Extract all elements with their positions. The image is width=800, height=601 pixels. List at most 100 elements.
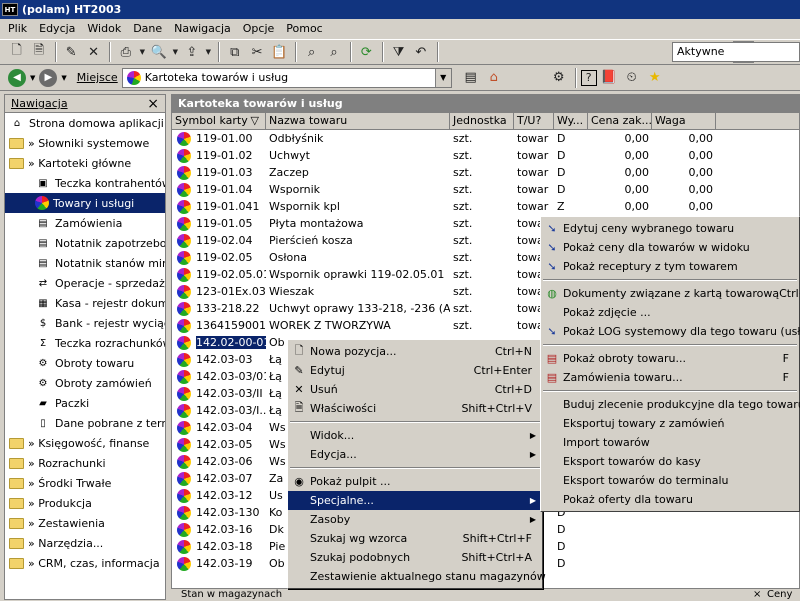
sidebar-item[interactable]: ⌂ Strona domowa aplikacji [5, 113, 165, 133]
sidebar-item[interactable]: » Słowniki systemowe [5, 133, 165, 153]
submenu-item[interactable]: Eksport towarów do kasy [541, 452, 799, 471]
undo-icon[interactable]: ↶ [410, 41, 431, 63]
chevron-down-icon[interactable]: ▼ [203, 41, 213, 63]
properties-icon[interactable]: 🗎 [28, 41, 49, 63]
context-menu-item[interactable]: Widok... ▶ [288, 426, 542, 445]
menu-pomoc[interactable]: Pomoc [280, 20, 328, 38]
context-menu-item[interactable]: ✎ Edytuj Ctrl+Enter [288, 361, 542, 380]
submenu-item[interactable]: Import towarów [541, 433, 799, 452]
sidebar-item[interactable]: Towary i usługi [5, 193, 165, 213]
sidebar-item[interactable]: ▦ Kasa - rejestr dokum... [5, 293, 165, 313]
find-icon[interactable]: ⌕ [301, 41, 322, 63]
chevron-down-icon[interactable]: ▼ [30, 74, 35, 82]
context-menu-item[interactable]: Specjalne... ▶ [288, 491, 542, 510]
submenu-item[interactable]: ▤ Pokaż obroty towaru... F [541, 349, 799, 368]
sidebar-item[interactable]: » Księgowość, finanse [5, 433, 165, 453]
submenu-item[interactable]: ▤ Zamówienia towaru... F [541, 368, 799, 387]
forward-icon[interactable]: ▶ [39, 68, 58, 87]
submenu-item[interactable]: ➘ Edytuj ceny wybranego towaru [541, 219, 799, 238]
chevron-down-icon[interactable]: ▼ [137, 41, 147, 63]
submenu-item[interactable]: ◍ Dokumenty związane z kartą towarową Ctrl… [541, 284, 800, 303]
submenu-item[interactable]: ➘ Pokaż receptury z tym towarem [541, 257, 799, 276]
sidebar-item[interactable]: ⇄ Operacje - sprzedaż/... [5, 273, 165, 293]
star-icon[interactable]: ★ [644, 67, 666, 89]
sidebar-item[interactable]: ⚙ Obroty towaru [5, 353, 165, 373]
home-icon[interactable]: ⌂ [483, 67, 505, 89]
menu-nawigacja[interactable]: Nawigacja [168, 20, 237, 38]
stock-panel-strip[interactable]: Stan w magazynach × Ceny [171, 588, 800, 600]
table-row[interactable]: 119-01.04 Wspornik szt. towar D 0,00 0,00 [172, 181, 799, 198]
table-row[interactable]: 119-01.03 Zaczep szt. towar D 0,00 0,00 [172, 164, 799, 181]
close-icon[interactable]: × [753, 589, 761, 601]
search-icon[interactable]: 🔍 [148, 41, 169, 63]
back-icon[interactable]: ◀ [8, 68, 26, 87]
sidebar-item[interactable]: ▯ Dane pobrane z termi... [5, 413, 165, 433]
chevron-down-icon[interactable]: ▼ [61, 74, 66, 82]
table-row[interactable]: 119-01.02 Uchwyt szt. towar D 0,00 0,00 [172, 147, 799, 164]
sidebar-item[interactable]: ▤ Zamówienia [5, 213, 165, 233]
sidebar-item[interactable]: ▣ Teczka kontrahentów [5, 173, 165, 193]
submenu-item[interactable]: ➘ Pokaż ceny dla towarów w widoku [541, 238, 799, 257]
menu-opcje[interactable]: Opcje [237, 20, 281, 38]
export-icon[interactable]: ⇪ [181, 41, 202, 63]
sidebar-item[interactable]: ⚙ Obroty zamówień [5, 373, 165, 393]
submenu-item[interactable]: Pokaż oferty dla towaru [541, 490, 799, 509]
menu-plik[interactable]: Plik [2, 20, 33, 38]
sidebar-item[interactable]: $ Bank - rejestr wyciąg... [5, 313, 165, 333]
new-document-icon[interactable]: 🗋 [6, 41, 27, 63]
cut-icon[interactable]: ✂ [246, 41, 267, 63]
paste-icon[interactable]: 📋 [269, 41, 290, 63]
sidebar-item[interactable]: » Zestawienia [5, 513, 165, 533]
find-next-icon[interactable]: ⌕ [323, 41, 344, 63]
column-header-wy[interactable]: Wy... [554, 113, 588, 129]
clock-icon[interactable]: ⏲ [621, 67, 643, 89]
sidebar-item[interactable]: » Rozrachunki [5, 453, 165, 473]
sidebar-item[interactable]: Σ Teczka rozrachunków [5, 333, 165, 353]
submenu-item[interactable]: Eksportuj towary z zamówień [541, 414, 799, 433]
context-menu-item[interactable]: Zestawienie aktualnego stanu magazynów [288, 567, 546, 586]
edit-icon[interactable]: ✎ [61, 41, 82, 63]
sidebar-item[interactable]: ▤ Notatnik zapotrzebo... [5, 233, 165, 253]
close-icon[interactable]: × [147, 96, 159, 112]
status-filter-select[interactable]: Aktywne [672, 42, 800, 62]
column-header-type[interactable]: T/U? [514, 113, 554, 129]
context-menu-item[interactable]: 🗎 Właściwości Shift+Ctrl+V [288, 399, 542, 418]
context-menu-item[interactable]: ✕ Usuń Ctrl+D [288, 380, 542, 399]
help-icon[interactable]: ? [580, 69, 597, 86]
delete-icon[interactable]: ✕ [83, 41, 104, 63]
sidebar-item[interactable]: » Produkcja [5, 493, 165, 513]
column-header-unit[interactable]: Jednostka [450, 113, 514, 129]
context-menu-item[interactable]: Szukaj wg wzorca Shift+Ctrl+F [288, 529, 542, 548]
column-header-symbol[interactable]: Symbol karty ▽ [172, 113, 266, 129]
menu-edycja[interactable]: Edycja [33, 20, 81, 38]
context-menu-item[interactable]: Edycja... ▶ [288, 445, 542, 464]
refresh-icon[interactable]: ⟳ [356, 41, 377, 63]
chevron-down-icon[interactable]: ▼ [434, 68, 451, 87]
filter-icon[interactable]: ⧩ [388, 41, 409, 63]
print-icon[interactable]: ⎙ [115, 41, 136, 63]
sidebar-item[interactable]: ▰ Paczki [5, 393, 165, 413]
submenu-item[interactable]: Buduj zlecenie produkcyjne dla tego towa… [541, 395, 800, 414]
submenu-item[interactable]: Pokaż zdjęcie ... [541, 303, 799, 322]
sidebar-item[interactable]: » Środki Trwałe [5, 473, 165, 493]
sidebar-item[interactable]: ▤ Notatnik stanów mini... [5, 253, 165, 273]
place-combo[interactable]: Kartoteka towarów i usług ▼ [121, 67, 452, 88]
gears-icon[interactable]: ⚙ [548, 67, 570, 89]
table-row[interactable]: 119-01.00 Odbłyśnik szt. towar D 0,00 0,00 [172, 130, 799, 147]
column-header-weight[interactable]: Waga [652, 113, 716, 129]
table-row[interactable]: 119-01.041 Wspornik kpl szt. towar Z 0,00 0,00 [172, 198, 799, 215]
menu-dane[interactable]: Dane [127, 20, 168, 38]
sidebar-item[interactable]: » CRM, czas, informacja [5, 553, 165, 573]
navigation-panel-icon[interactable]: ▤ [460, 67, 482, 89]
context-menu-item[interactable]: Szukaj podobnych Shift+Ctrl+A [288, 548, 542, 567]
submenu-item[interactable]: Eksport towarów do terminalu [541, 471, 799, 490]
sidebar-item[interactable]: » Narzędzia... [5, 533, 165, 553]
copy-icon[interactable]: ⧉ [224, 41, 245, 63]
context-menu-item[interactable]: ◉ Pokaż pulpit ... [288, 472, 542, 491]
chevron-down-icon[interactable]: ▼ [170, 41, 180, 63]
column-header-price[interactable]: Cena zak... [588, 113, 652, 129]
context-menu-item[interactable]: Zasoby ▶ [288, 510, 542, 529]
context-menu-item[interactable]: 🗋 Nowa pozycja... Ctrl+N [288, 342, 542, 361]
sidebar-item[interactable]: » Kartoteki główne [5, 153, 165, 173]
column-header-name[interactable]: Nazwa towaru [266, 113, 450, 129]
